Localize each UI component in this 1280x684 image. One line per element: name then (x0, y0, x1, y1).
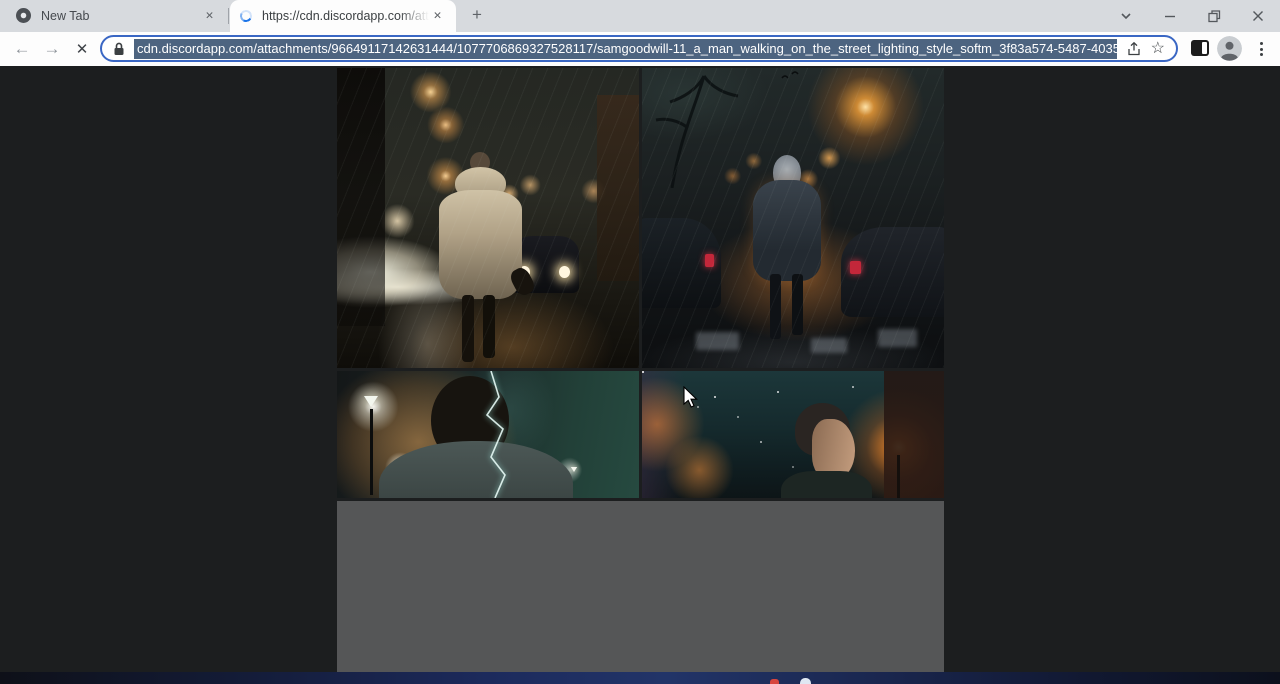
tab-separator (228, 8, 229, 24)
lightning-bolt (479, 371, 509, 498)
lock-icon (113, 42, 125, 56)
bookmark-star-icon[interactable]: ☆ (1151, 41, 1165, 57)
back-button[interactable]: ← (8, 32, 36, 66)
mouse-cursor (683, 386, 699, 409)
street-lamp-icon (364, 396, 378, 407)
figure-shoulders (781, 471, 872, 499)
forward-button[interactable]: → (38, 32, 66, 66)
tab-close-icon[interactable]: ✕ (429, 8, 446, 25)
lamp-pole (897, 455, 900, 498)
new-tab-button[interactable]: + (466, 5, 488, 27)
url-text-selected[interactable]: cdn.discordapp.com/attachments/966491171… (134, 39, 1117, 59)
minimize-button[interactable] (1148, 0, 1192, 32)
tab-search-chevron-icon[interactable] (1104, 0, 1148, 32)
window-controls (1104, 0, 1280, 32)
page-content (0, 66, 1280, 672)
chromium-favicon-icon (16, 8, 31, 23)
rain-overlay (337, 68, 639, 368)
tab-title: New Tab (41, 9, 201, 23)
page-loading-spinner-icon (239, 9, 254, 24)
person-icon (1217, 36, 1242, 61)
quadrant-1-man-beige-coat (337, 68, 639, 368)
restore-button[interactable] (1192, 0, 1236, 32)
taskbar-app-icon[interactable] (770, 679, 779, 684)
grid-row-top (337, 68, 944, 368)
building-silhouette (884, 371, 944, 498)
quadrant-3-lightning-lamps (337, 371, 639, 498)
snow-dots (642, 371, 644, 373)
tab-title: https://cdn.discordapp.com/atta (262, 9, 429, 23)
stop-loading-button[interactable]: ✕ (68, 32, 96, 66)
windows-taskbar-sliver[interactable] (0, 672, 1280, 684)
quadrant-2-man-dark-hoodie (642, 68, 944, 368)
attachment-image-grid[interactable] (337, 68, 944, 672)
tab-active-discord-cdn[interactable]: https://cdn.discordapp.com/atta ✕ (230, 0, 456, 32)
tab-close-icon[interactable]: ✕ (201, 7, 218, 24)
profile-man-figure (787, 403, 866, 498)
street-lamp-icon (570, 467, 576, 472)
rain-overlay (642, 68, 944, 368)
browser-menu-kebab-icon[interactable] (1255, 37, 1267, 61)
close-window-button[interactable] (1236, 0, 1280, 32)
browser-toolbar: ← → ✕ cdn.discordapp.com/attachments/966… (0, 32, 1280, 66)
share-icon[interactable] (1126, 41, 1142, 57)
taskbar-app-icon[interactable] (800, 678, 811, 684)
tab-new-tab[interactable]: New Tab ✕ (8, 0, 226, 31)
grid-row-bottom (337, 371, 944, 498)
tab-strip: New Tab ✕ https://cdn.discordapp.com/att… (0, 0, 1280, 32)
side-panel-icon-bar (1202, 42, 1207, 54)
lamp-pole (370, 409, 373, 495)
image-loading-placeholder (337, 501, 944, 672)
profile-avatar[interactable] (1217, 36, 1242, 61)
address-bar[interactable]: cdn.discordapp.com/attachments/966491171… (100, 35, 1178, 62)
figure-hooded-shoulders (379, 441, 572, 498)
side-panel-icon[interactable] (1191, 40, 1209, 56)
